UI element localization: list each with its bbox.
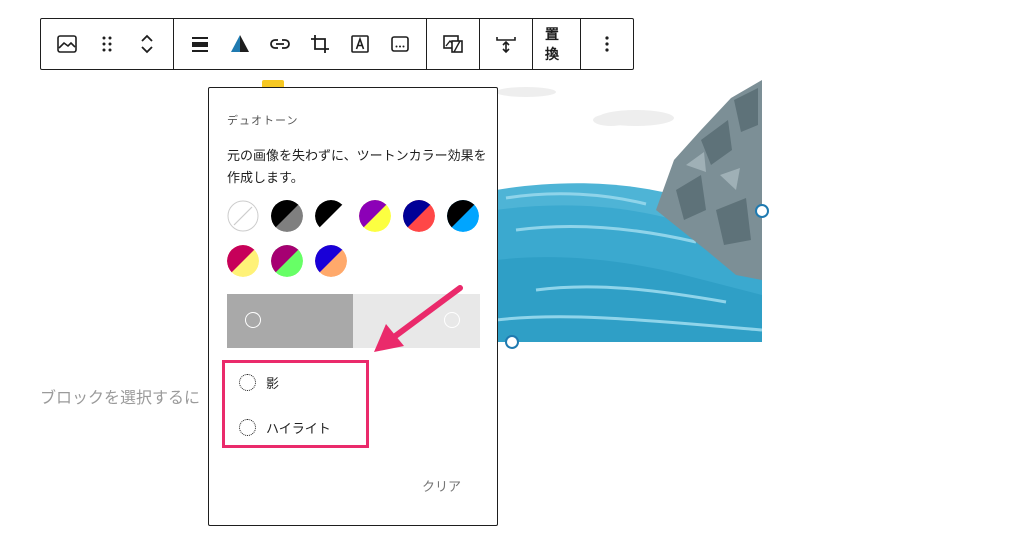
- clear-button[interactable]: クリア: [422, 476, 461, 495]
- popover-description: 元の画像を失わずに、ツートンカラー効果を作成します。: [227, 149, 487, 186]
- duotone-swatch-grayscale[interactable]: [315, 200, 347, 232]
- toolbar-group-media: [427, 19, 480, 69]
- toolbar-group-replace: 置換: [533, 19, 581, 69]
- duotone-swatch-midnight[interactable]: [447, 200, 479, 232]
- shadow-option[interactable]: 影: [239, 373, 279, 392]
- shadow-color-indicator: [239, 374, 256, 391]
- shadow-color-preview[interactable]: [227, 294, 353, 348]
- duotone-swatch-magenta-yellow[interactable]: [227, 245, 259, 277]
- text-overlay-button[interactable]: [340, 24, 380, 64]
- toolbar-group-block: [41, 19, 174, 69]
- duotone-swatch-purple-green[interactable]: [271, 245, 303, 277]
- height-adjust-icon: [496, 37, 516, 54]
- text-box-icon: [351, 35, 369, 53]
- block-hint-text: ブロックを選択するに: [40, 388, 201, 407]
- toolbar-group-options: [581, 19, 633, 69]
- image-icon: [57, 35, 77, 53]
- more-text-button[interactable]: [380, 24, 420, 64]
- duotone-popover: デュオトーン 元の画像を失わずに、ツートンカラー効果を作成します。 影 ハイライ…: [208, 87, 498, 526]
- link-button[interactable]: [260, 24, 300, 64]
- drag-handle-icon: [102, 36, 112, 52]
- shadow-label: 影: [266, 377, 280, 392]
- link-icon: [270, 39, 290, 49]
- toolbar-group-size: [480, 19, 533, 69]
- image-block-button[interactable]: [47, 24, 87, 64]
- duotone-swatch-none[interactable]: [227, 200, 259, 232]
- duotone-icon: [231, 35, 249, 52]
- caption-icon: [391, 36, 409, 52]
- duotone-swatches: [227, 200, 489, 277]
- block-toolbar: 置換: [40, 18, 634, 70]
- duotone-button[interactable]: [220, 24, 260, 64]
- landscape-illustration: [495, 80, 763, 342]
- crop-icon: [311, 35, 329, 53]
- media-text-button[interactable]: [433, 24, 473, 64]
- highlight-color-knob[interactable]: [444, 312, 460, 328]
- highlight-option[interactable]: ハイライト: [239, 418, 331, 437]
- chevron-up-down-icon: [141, 34, 153, 54]
- highlight-color-preview[interactable]: [353, 294, 480, 348]
- duotone-swatch-blue-orange[interactable]: [315, 245, 347, 277]
- popover-title: デュオトーン: [227, 114, 299, 127]
- media-swap-icon: [443, 35, 463, 53]
- resize-handle-right[interactable]: [755, 204, 769, 218]
- duotone-swatch-blue-red[interactable]: [403, 200, 435, 232]
- duotone-swatch-purple-yellow[interactable]: [359, 200, 391, 232]
- shadow-color-knob[interactable]: [245, 312, 261, 328]
- resize-handle-bottom[interactable]: [505, 335, 519, 349]
- highlight-color-indicator: [239, 419, 256, 436]
- full-height-button[interactable]: [486, 24, 526, 64]
- align-center-icon: [192, 37, 208, 52]
- move-up-down-button[interactable]: [127, 24, 167, 64]
- duotone-swatch-dark-grayscale[interactable]: [271, 200, 303, 232]
- drag-handle-button[interactable]: [87, 24, 127, 64]
- image-block[interactable]: [495, 80, 769, 349]
- custom-duotone-bar: [227, 294, 480, 348]
- align-button[interactable]: [180, 24, 220, 64]
- highlight-label: ハイライト: [266, 422, 331, 437]
- toolbar-group-tools: [174, 19, 427, 69]
- options-button[interactable]: [587, 24, 627, 64]
- more-vertical-icon: [605, 36, 609, 52]
- crop-button[interactable]: [300, 24, 340, 64]
- replace-button[interactable]: 置換: [539, 24, 574, 64]
